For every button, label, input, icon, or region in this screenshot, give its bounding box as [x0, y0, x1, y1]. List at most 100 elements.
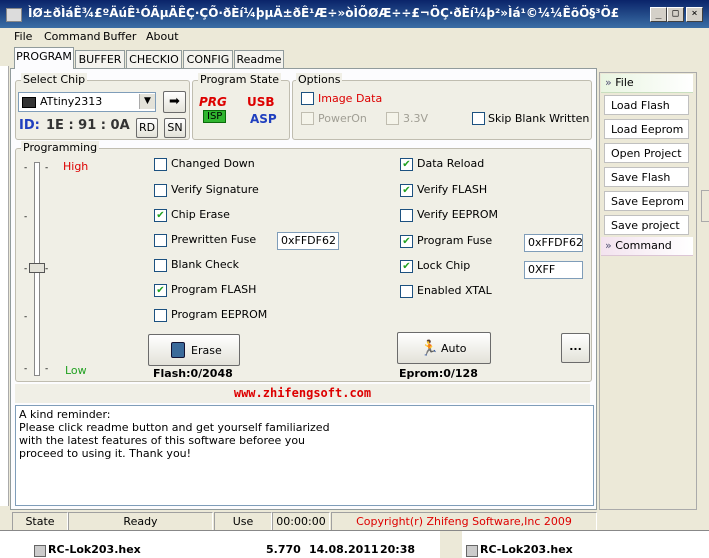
website-link[interactable]: www.zhifengsoft.com	[15, 384, 590, 403]
lock-chip-input[interactable]: 0XFF	[524, 261, 583, 279]
left-label-2: Chip Erase	[171, 208, 230, 221]
select-chip-label: Select Chip	[21, 73, 88, 86]
runner-icon: 🏃	[420, 339, 439, 357]
more-button[interactable]: ...	[561, 333, 590, 363]
right-label-4: Lock Chip	[417, 259, 471, 272]
app-icon	[6, 8, 22, 22]
chip-icon	[22, 97, 36, 108]
bg-file-left[interactable]: RC-Lok203.hex	[48, 543, 141, 556]
right-checkbox-0[interactable]: ✔	[400, 158, 413, 171]
left-checkbox-2[interactable]: ✔	[154, 209, 167, 222]
rd-button[interactable]: RD	[136, 118, 158, 138]
left-checkbox-0[interactable]	[154, 158, 167, 171]
command-section-header[interactable]: » Command	[601, 237, 693, 256]
menu-file[interactable]: File	[14, 30, 32, 43]
programming-label: Programming	[21, 141, 100, 154]
chip-select[interactable]: ATtiny2313 ▼	[18, 92, 156, 112]
image-data-checkbox[interactable]	[301, 92, 314, 105]
asp-indicator: ASP	[250, 112, 277, 126]
reminder-line: proceed to using it. Thank you!	[19, 447, 192, 460]
right-checkbox-4[interactable]: ✔	[400, 260, 413, 273]
image-data-label: Image Data	[318, 92, 383, 105]
auto-button[interactable]: 🏃 Auto	[397, 332, 491, 364]
left-checkbox-6[interactable]	[154, 309, 167, 322]
arrow-right-button[interactable]: ➡	[163, 91, 186, 113]
tab-readme[interactable]: Readme	[234, 50, 284, 68]
right-label-1: Verify FLASH	[417, 183, 488, 196]
auto-label: Auto	[441, 342, 467, 355]
id-value: 1E : 91 : 0A	[46, 118, 130, 133]
right-checkbox-5[interactable]	[400, 285, 413, 298]
right-label-5: Enabled XTAL	[417, 284, 492, 297]
file-section-header[interactable]: » File	[601, 74, 693, 93]
tab-program[interactable]: PROGRAM	[14, 47, 74, 69]
left-checkbox-3[interactable]	[154, 234, 167, 247]
chevron-down-icon[interactable]: ▼	[139, 94, 155, 109]
menu-about[interactable]: About	[146, 30, 179, 43]
eprom-counter: Eprom:0/128	[399, 367, 478, 380]
file-icon	[466, 545, 478, 557]
program-fuse-input[interactable]: 0xFFDF62	[524, 234, 583, 252]
reminder-line: Please click readme button and get yours…	[19, 421, 330, 434]
sidebar-button-3[interactable]: Save Flash	[604, 167, 689, 187]
sidebar-button-4[interactable]: Save Eeprom	[604, 191, 689, 211]
use-times-label: Use Times	[214, 512, 272, 545]
prg-indicator: PRG	[199, 95, 227, 109]
right-checkbox-2[interactable]	[400, 209, 413, 222]
right-label-0: Data Reload	[417, 157, 485, 170]
chevron-icon: »	[605, 76, 612, 89]
tab-buffer[interactable]: BUFFER	[75, 50, 125, 68]
right-checkbox-3[interactable]: ✔	[400, 235, 413, 248]
background-file-list: RC-Lok203.hex 5.770 14.08.2011 20:38 RC-…	[0, 530, 709, 558]
left-label-1: Verify Signature	[171, 183, 259, 196]
right-label-2: Verify EEPROM	[417, 208, 499, 221]
maximize-button[interactable]: □	[667, 7, 684, 22]
chip-value: ATtiny2313	[40, 95, 103, 108]
file-header-label: File	[615, 76, 634, 89]
erase-button[interactable]: Erase	[148, 334, 240, 366]
bg-file-date: 14.08.2011	[309, 543, 379, 556]
file-icon	[34, 545, 46, 557]
trash-icon	[171, 342, 185, 358]
isp-indicator: ISP	[203, 110, 227, 123]
prewritten-fuse-input[interactable]: 0xFFDF62	[277, 232, 339, 250]
tab-checkio[interactable]: CHECKIO	[126, 50, 182, 68]
skip-blank-checkbox[interactable]	[472, 112, 485, 125]
flash-counter: Flash:0/2048	[153, 367, 233, 380]
sidebar-button-2[interactable]: Open Project	[604, 143, 689, 163]
erase-label: Erase	[191, 344, 222, 357]
menu-bar: File Command Buffer About	[0, 28, 709, 46]
sn-button[interactable]: SN	[164, 118, 186, 138]
command-header-label: Command	[615, 239, 672, 252]
state-value: Ready	[68, 512, 213, 531]
left-checkbox-4[interactable]	[154, 259, 167, 272]
sidebar-button-0[interactable]: Load Flash	[604, 95, 689, 115]
reminder-line: with the latest features of this softwar…	[19, 434, 306, 447]
bg-file-right[interactable]: RC-Lok203.hex	[480, 543, 573, 556]
id-label: ID:	[19, 118, 40, 133]
tab-config[interactable]: CONFIG	[183, 50, 233, 68]
v33-label: 3.3V	[403, 112, 429, 125]
sidebar-button-1[interactable]: Load Eeprom	[604, 119, 689, 139]
left-label-0: Changed Down	[171, 157, 255, 170]
sidebar-button-5[interactable]: Save project	[604, 215, 689, 235]
menu-buffer[interactable]: Buffer	[103, 30, 136, 43]
left-checkbox-1[interactable]	[154, 184, 167, 197]
menu-command[interactable]: Command	[44, 30, 101, 43]
background-window-edge	[0, 66, 9, 506]
close-button[interactable]: ×	[686, 7, 703, 22]
level-slider-handle[interactable]	[29, 263, 45, 273]
right-checkbox-1[interactable]: ✔	[400, 184, 413, 197]
usb-indicator: USB	[247, 95, 275, 109]
poweron-label: PowerOn	[318, 112, 367, 125]
v33-checkbox[interactable]	[386, 112, 399, 125]
background-window-fragment	[701, 190, 709, 222]
left-checkbox-5[interactable]: ✔	[154, 284, 167, 297]
minimize-button[interactable]: _	[650, 7, 667, 22]
high-label: High	[63, 160, 89, 173]
poweron-checkbox[interactable]	[301, 112, 314, 125]
program-state-label: Program State	[198, 73, 282, 86]
reminder-textarea[interactable]: A kind reminder: Please click readme butt…	[15, 405, 594, 506]
bg-file-time: 20:38	[380, 543, 416, 556]
programming-group	[15, 148, 592, 382]
